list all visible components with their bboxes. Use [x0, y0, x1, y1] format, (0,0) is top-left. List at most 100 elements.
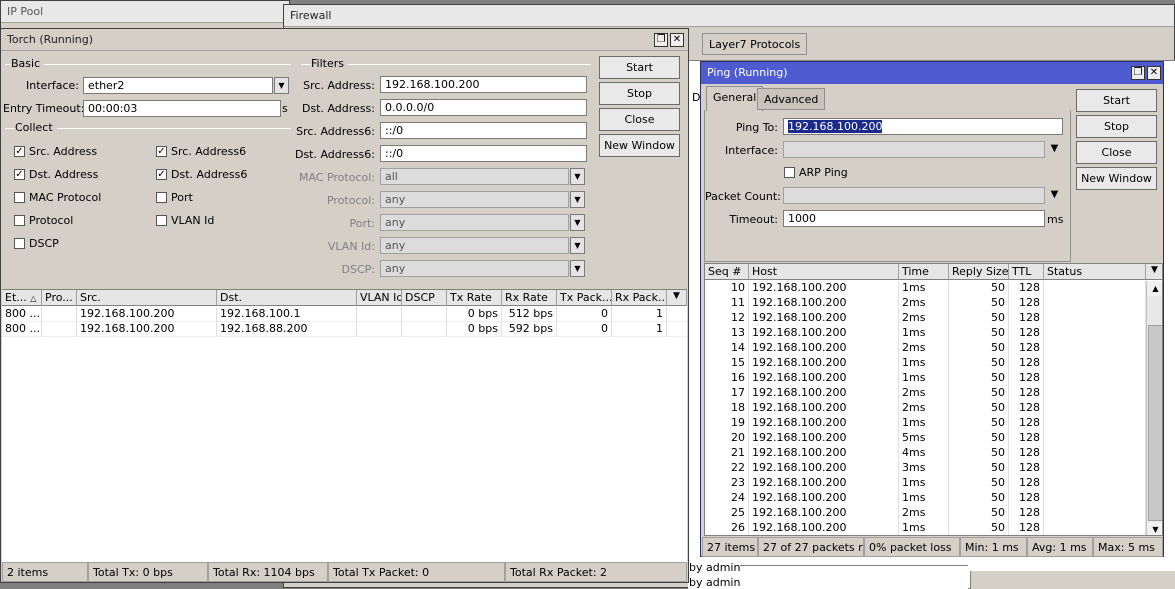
ping-new-window-button[interactable]: New Window — [1076, 167, 1157, 190]
torch-titlebar[interactable]: Torch (Running) — [1, 29, 688, 51]
ping-col-host[interactable]: Host — [749, 264, 899, 280]
torch-col-tx-rate[interactable]: Tx Rate — [447, 290, 502, 306]
firewall-tab-layer7[interactable]: Layer7 Protocols — [702, 33, 808, 55]
ping-close-button[interactable]: Close — [1076, 141, 1157, 164]
collect-mac-protocol-checkbox[interactable] — [14, 192, 25, 203]
ping-status-loss: 0% packet loss — [864, 537, 960, 557]
interface-select[interactable]: ether2 — [83, 77, 273, 94]
table-row[interactable]: 14 192.168.100.200 2ms 50 128 — [705, 341, 1146, 356]
filter-src-address-input[interactable]: 192.168.100.200 — [380, 76, 587, 93]
table-row[interactable]: 15 192.168.100.200 1ms 50 128 — [705, 356, 1146, 371]
table-row[interactable]: 23 192.168.100.200 1ms 50 128 — [705, 476, 1146, 491]
ping-cell: 192.168.100.200 — [749, 326, 899, 341]
torch-col-rx-packets[interactable]: Rx Pack... — [612, 290, 667, 306]
torch-new-window-button[interactable]: New Window — [599, 134, 680, 157]
ip-pool-titlebar[interactable]: IP Pool — [1, 1, 289, 23]
table-row[interactable]: 16 192.168.100.200 1ms 50 128 — [705, 371, 1146, 386]
torch-col-dscp[interactable]: DSCP — [402, 290, 447, 306]
filter-dscp-dropdown-icon[interactable]: ▼ — [570, 260, 585, 277]
collect-protocol-checkbox[interactable] — [14, 215, 25, 226]
ping-scrollbar[interactable]: ▲ ▼ — [1146, 281, 1162, 535]
tab-advanced[interactable]: Advanced — [757, 88, 826, 110]
torch-col-src[interactable]: Src. — [77, 290, 217, 306]
ping-timeout-input[interactable]: 1000 — [783, 210, 1045, 227]
torch-col-protocol[interactable]: Pro... — [42, 290, 77, 306]
filter-vlan-id-dropdown-icon[interactable]: ▼ — [570, 237, 585, 254]
filter-port-select[interactable]: any — [380, 214, 569, 231]
filter-protocol-select[interactable]: any — [380, 191, 569, 208]
ping-col-ttl[interactable]: TTL — [1009, 264, 1044, 280]
collect-vlan-id-checkbox[interactable] — [156, 215, 167, 226]
filter-port-dropdown-icon[interactable]: ▼ — [570, 214, 585, 231]
torch-col-ethertype[interactable]: Et... △ — [2, 290, 42, 306]
arp-ping-checkbox[interactable] — [784, 167, 795, 178]
filter-vlan-id-select[interactable]: any — [380, 237, 569, 254]
ping-stop-button[interactable]: Stop — [1076, 115, 1157, 138]
table-row[interactable]: 13 192.168.100.200 1ms 50 128 — [705, 326, 1146, 341]
interface-dropdown-icon[interactable]: ▼ — [274, 77, 289, 94]
ping-start-button[interactable]: Start — [1076, 89, 1157, 112]
table-row[interactable]: 800 ... 192.168.100.200 192.168.100.1 0 … — [2, 307, 687, 322]
table-row[interactable]: 19 192.168.100.200 1ms 50 128 — [705, 416, 1146, 431]
restore-icon[interactable]: ❐ — [1131, 66, 1145, 80]
ping-cell: 192.168.100.200 — [749, 296, 899, 311]
filter-mac-protocol-select[interactable]: all — [380, 168, 569, 185]
torch-stop-button[interactable]: Stop — [599, 82, 680, 105]
collect-dscp-checkbox[interactable] — [14, 238, 25, 249]
ping-cell: 22 — [705, 461, 749, 476]
ping-col-status[interactable]: Status — [1044, 264, 1146, 280]
ping-cell: 5ms — [899, 431, 949, 446]
packet-count-dropdown-icon[interactable]: ▼ — [1047, 187, 1062, 204]
ping-cell: 24 — [705, 491, 749, 506]
entry-timeout-input[interactable]: 00:00:03 — [83, 100, 281, 117]
tab-general[interactable]: General — [706, 86, 764, 111]
torch-col-rx-rate[interactable]: Rx Rate — [502, 290, 557, 306]
torch-col-dst[interactable]: Dst. — [217, 290, 357, 306]
collect-dst-address6-checkbox[interactable]: ✓ — [156, 169, 167, 180]
table-row[interactable]: 11 192.168.100.200 2ms 50 128 — [705, 296, 1146, 311]
table-row[interactable]: 21 192.168.100.200 4ms 50 128 — [705, 446, 1146, 461]
filter-dscp-select[interactable]: any — [380, 260, 569, 277]
filter-dst-address6-input[interactable]: ::/0 — [380, 145, 587, 162]
torch-col-tx-packets[interactable]: Tx Pack... — [557, 290, 612, 306]
filter-mac-protocol-dropdown-icon[interactable]: ▼ — [570, 168, 585, 185]
collect-port-checkbox[interactable] — [156, 192, 167, 203]
entry-timeout-label: Entry Timeout: — [3, 102, 85, 115]
filter-protocol-dropdown-icon[interactable]: ▼ — [570, 191, 585, 208]
scroll-down-icon[interactable]: ▼ — [1147, 522, 1162, 535]
collect-dst-address-checkbox[interactable]: ✓ — [14, 169, 25, 180]
table-row[interactable]: 10 192.168.100.200 1ms 50 128 — [705, 281, 1146, 296]
filter-src-address6-input[interactable]: ::/0 — [380, 122, 587, 139]
table-row[interactable]: 12 192.168.100.200 2ms 50 128 — [705, 311, 1146, 326]
torch-column-menu-icon[interactable]: ▼ — [667, 290, 687, 306]
scroll-up-icon[interactable]: ▲ — [1147, 281, 1162, 296]
close-icon[interactable]: ✕ — [1147, 66, 1161, 80]
filter-dst-address-input[interactable]: 0.0.0.0/0 — [380, 99, 587, 116]
ping-col-reply-size[interactable]: Reply Size — [949, 264, 1009, 280]
restore-icon[interactable]: ❐ — [654, 33, 668, 47]
collect-src-address6-checkbox[interactable]: ✓ — [156, 146, 167, 157]
torch-close-button[interactable]: Close — [599, 108, 680, 131]
table-row[interactable]: 20 192.168.100.200 5ms 50 128 — [705, 431, 1146, 446]
firewall-titlebar[interactable]: Firewall — [284, 5, 1174, 27]
ping-titlebar[interactable]: Ping (Running) — [701, 62, 1163, 84]
ping-col-seq[interactable]: Seq # — [705, 264, 749, 280]
table-row[interactable]: 25 192.168.100.200 2ms 50 128 — [705, 506, 1146, 521]
ping-interface-dropdown-icon[interactable]: ▼ — [1047, 141, 1062, 158]
table-row[interactable]: 22 192.168.100.200 3ms 50 128 — [705, 461, 1146, 476]
ping-col-time[interactable]: Time — [899, 264, 949, 280]
torch-start-button[interactable]: Start — [599, 56, 680, 79]
collect-src-address-checkbox[interactable]: ✓ — [14, 146, 25, 157]
ping-column-menu-icon[interactable]: ▼ — [1146, 264, 1162, 280]
packet-count-input[interactable] — [783, 187, 1045, 204]
ping-scrollbar-thumb[interactable] — [1148, 325, 1162, 521]
ping-to-input[interactable]: 192.168.100.200 — [783, 118, 1063, 135]
ping-interface-select[interactable] — [783, 141, 1045, 158]
table-row[interactable]: 24 192.168.100.200 1ms 50 128 — [705, 491, 1146, 506]
torch-col-vlan-id[interactable]: VLAN Id — [357, 290, 402, 306]
table-row[interactable]: 26 192.168.100.200 1ms 50 128 — [705, 521, 1146, 535]
table-row[interactable]: 800 ... 192.168.100.200 192.168.88.200 0… — [2, 322, 687, 337]
table-row[interactable]: 18 192.168.100.200 2ms 50 128 — [705, 401, 1146, 416]
close-icon[interactable]: ✕ — [670, 33, 684, 47]
table-row[interactable]: 17 192.168.100.200 2ms 50 128 — [705, 386, 1146, 401]
